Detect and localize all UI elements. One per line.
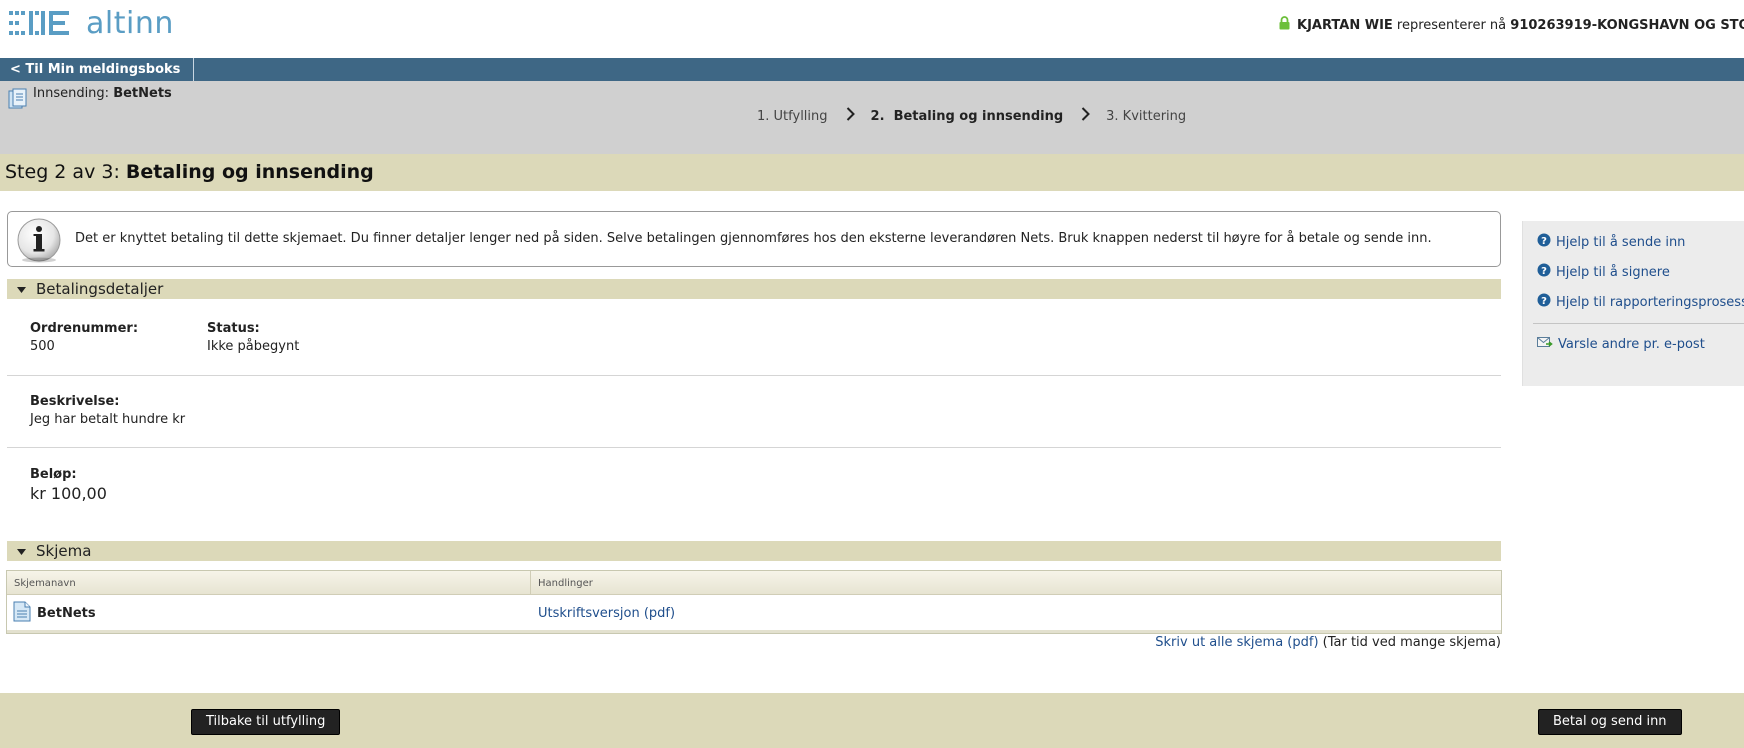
organization-name: 910263919-KONGSHAVN OG STORÅ [1510,17,1744,33]
column-header-actions: Handlinger [538,578,593,589]
help-send-label[interactable]: Hjelp til å sende inn [1556,235,1685,250]
step-title-band: Steg 2 av 3: Betaling og innsending [0,154,1744,191]
user-name: KJARTAN WIE [1297,17,1393,33]
chevron-right-icon [846,107,855,125]
info-message-box: Det er knyttet betaling til dette skjema… [7,211,1501,267]
help-icon: ? [1537,263,1551,281]
represents-text: representerer nå [1396,17,1507,33]
schema-title: Skjema [36,542,92,560]
chevron-right-icon [1081,107,1091,125]
svg-text:?: ? [1541,236,1547,247]
table-row: BetNets Utskriftsversjon (pdf) [7,595,1501,631]
help-icon: ? [1537,233,1551,251]
help-sign-label[interactable]: Hjelp til å signere [1556,265,1670,280]
top-header: altinn KJARTAN WIE representerer nå 9102… [0,0,1744,58]
info-icon [17,218,63,268]
amount-label: Beløp: [30,467,77,482]
logo-mark-icon [9,11,69,35]
document-icon [8,88,28,114]
table-bottom-border [7,630,1501,633]
page-title: Steg 2 av 3: Betaling og innsending [5,161,374,183]
amount-value: kr 100,00 [30,484,107,503]
back-to-fill-button[interactable]: Tilbake til utfylling [191,709,341,735]
step-prefix: Steg 2 av 3: [5,161,120,183]
column-header-schema-name: Skjemanavn [14,578,76,589]
document-icon [13,601,31,626]
submission-label: Innsending: BetNets [33,86,172,101]
nav-bar: < Til Min meldingsboks [0,58,1744,81]
step-indicator: 1. Utfylling 2. Betaling og innsending 3… [757,107,1186,125]
step-1: 1. Utfylling [757,108,828,124]
help-panel: ? Hjelp til å sende inn ? Hjelp til å si… [1522,221,1744,386]
brand-name: altinn [86,5,174,41]
payment-details-title: Betalingsdetaljer [36,280,164,298]
status-value: Ikke påbegynt [207,339,300,354]
divider [7,447,1501,448]
step-2: 2. Betaling og innsending [870,108,1064,124]
table-header: Skjemanavn Handlinger [7,571,1501,595]
column-separator [530,571,531,595]
info-message-text: Det er knyttet betaling til dette skjema… [75,231,1432,246]
status-label: Status: [207,321,260,336]
order-number-value: 500 [30,339,55,354]
back-to-inbox-link[interactable]: < Til Min meldingsboks [0,58,195,81]
help-reporting-link[interactable]: ? Hjelp til rapporteringsprosessen [1537,293,1744,311]
altinn-logo-mark [9,10,71,36]
description-value: Jeg har betalt hundre kr [30,412,186,427]
footer-bar: Tilbake til utfylling Betal og send inn [0,693,1744,748]
lock-icon [1278,16,1291,34]
schema-name: BetNets [37,606,96,621]
notify-others-label[interactable]: Varsle andre pr. e-post [1558,337,1705,352]
print-all-note: (Tar tid ved mange skjema) [1322,635,1501,650]
svg-text:?: ? [1541,296,1547,307]
payment-details-header[interactable]: Betalingsdetaljer [7,279,1501,299]
help-sign-link[interactable]: ? Hjelp til å signere [1537,263,1670,281]
submission-label-text: Innsending: [33,86,110,101]
help-separator [1533,323,1744,324]
schema-header[interactable]: Skjema [7,541,1501,561]
schema-table: Skjemanavn Handlinger BetNets Utskriftsv… [6,570,1502,634]
notify-others-link[interactable]: Varsle andre pr. e-post [1537,335,1705,353]
order-number-label: Ordrenummer: [30,321,139,336]
help-icon: ? [1537,293,1551,311]
step-3: 3. Kvittering [1106,108,1187,124]
print-all-row: Skriv ut alle skjema (pdf) (Tar tid ved … [1155,635,1501,650]
svg-text:?: ? [1541,266,1547,277]
envelope-arrow-icon [1537,335,1553,353]
triangle-down-icon [17,282,26,297]
altinn-logo[interactable]: altinn [9,5,174,41]
print-version-link[interactable]: Utskriftsversjon (pdf) [538,606,675,621]
submission-name: BetNets [113,86,172,101]
help-send-link[interactable]: ? Hjelp til å sende inn [1537,233,1685,251]
process-band: Innsending: BetNets 1. Utfylling 2. Beta… [0,81,1744,154]
step-name: Betaling og innsending [125,161,374,183]
pay-and-submit-button[interactable]: Betal og send inn [1538,709,1682,735]
description-label: Beskrivelse: [30,394,120,409]
print-all-schemas-link[interactable]: Skriv ut alle skjema (pdf) [1155,635,1318,650]
submission-info: Innsending: BetNets [8,86,172,114]
user-info: KJARTAN WIE representerer nå 910263919-K… [1278,16,1744,34]
help-reporting-label[interactable]: Hjelp til rapporteringsprosessen [1556,295,1744,310]
divider [7,375,1501,376]
triangle-down-icon [17,544,26,559]
